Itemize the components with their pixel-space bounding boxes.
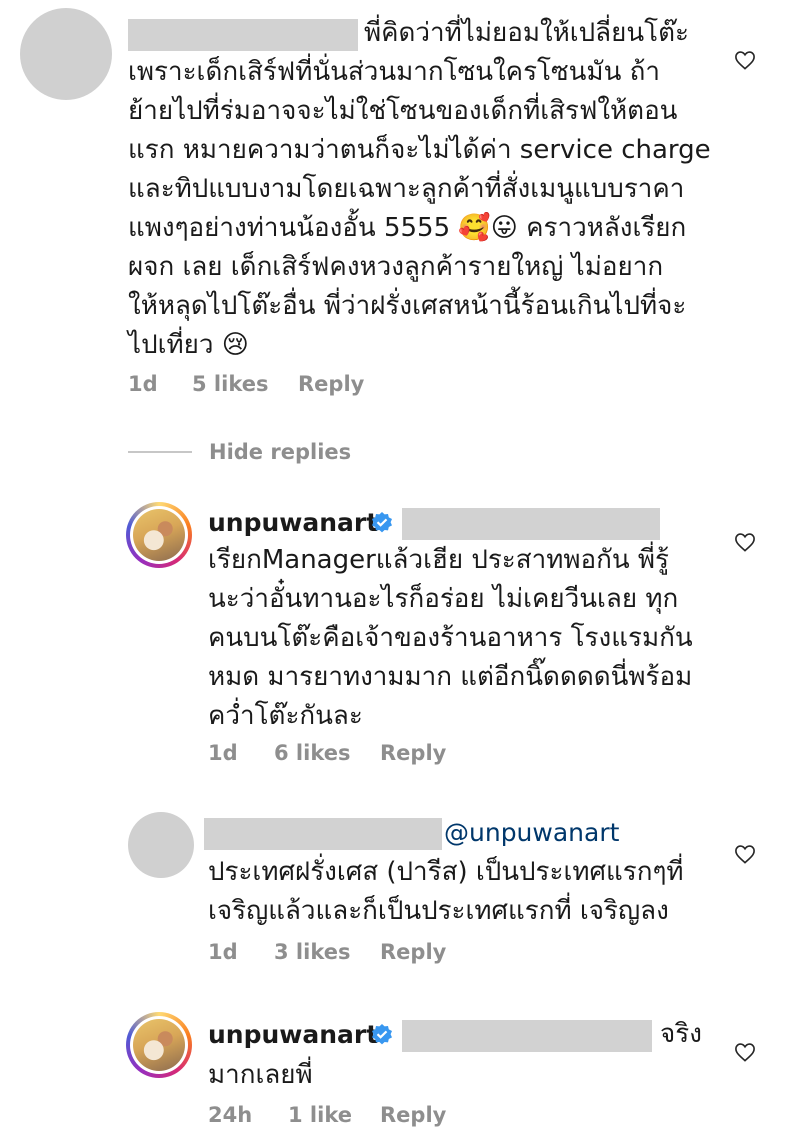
comment-time: 1d <box>128 372 158 396</box>
heart-outline-icon[interactable] <box>734 50 756 70</box>
mention-link[interactable]: @unpuwanart <box>444 818 619 847</box>
avatar[interactable] <box>126 1012 192 1078</box>
profile-photo <box>133 509 185 561</box>
comment-time: 1d <box>208 741 238 765</box>
avatar[interactable] <box>126 502 192 568</box>
avatar[interactable] <box>128 812 194 878</box>
heart-outline-icon[interactable] <box>734 532 756 552</box>
comment-text: มากเลยพี่ <box>208 1060 313 1090</box>
likes-count[interactable]: 1 like <box>288 1103 352 1127</box>
heart-outline-icon[interactable] <box>734 1042 756 1062</box>
comment-text: พี่คิดว่าที่ไม่ยอมให้เปลี่ยนโต๊ะ เพราะเด… <box>128 18 711 360</box>
likes-count[interactable]: 3 likes <box>274 940 350 964</box>
redacted-username <box>204 818 442 850</box>
reply-button[interactable]: Reply <box>380 940 446 964</box>
redacted-text <box>402 1020 652 1052</box>
comment-text: ประเทศฝรั่งเศส (ปารีส) เป็นประเทศแรกๆที่… <box>208 857 684 926</box>
divider-line <box>128 451 192 453</box>
comment-time: 1d <box>208 940 238 964</box>
verified-badge-icon <box>372 512 392 533</box>
verified-badge-icon <box>372 1024 392 1045</box>
redacted-text <box>402 508 660 540</box>
hide-replies-button[interactable]: Hide replies <box>209 440 351 464</box>
avatar[interactable] <box>20 8 112 100</box>
comment-text-tail: จริง <box>660 1019 702 1049</box>
username[interactable]: unpuwanart <box>208 1020 378 1049</box>
username[interactable]: unpuwanart <box>208 508 378 537</box>
reply-button[interactable]: Reply <box>380 741 446 765</box>
profile-photo <box>133 1019 185 1071</box>
likes-count[interactable]: 6 likes <box>274 741 350 765</box>
likes-count[interactable]: 5 likes <box>192 372 268 396</box>
reply-button[interactable]: Reply <box>298 372 364 396</box>
comment-text: เรียกManagerแล้วเฮีย ประสาทพอกัน พี่รู้ … <box>208 545 693 731</box>
reply-button[interactable]: Reply <box>380 1103 446 1127</box>
heart-outline-icon[interactable] <box>734 844 756 864</box>
comment-time: 24h <box>208 1103 253 1127</box>
